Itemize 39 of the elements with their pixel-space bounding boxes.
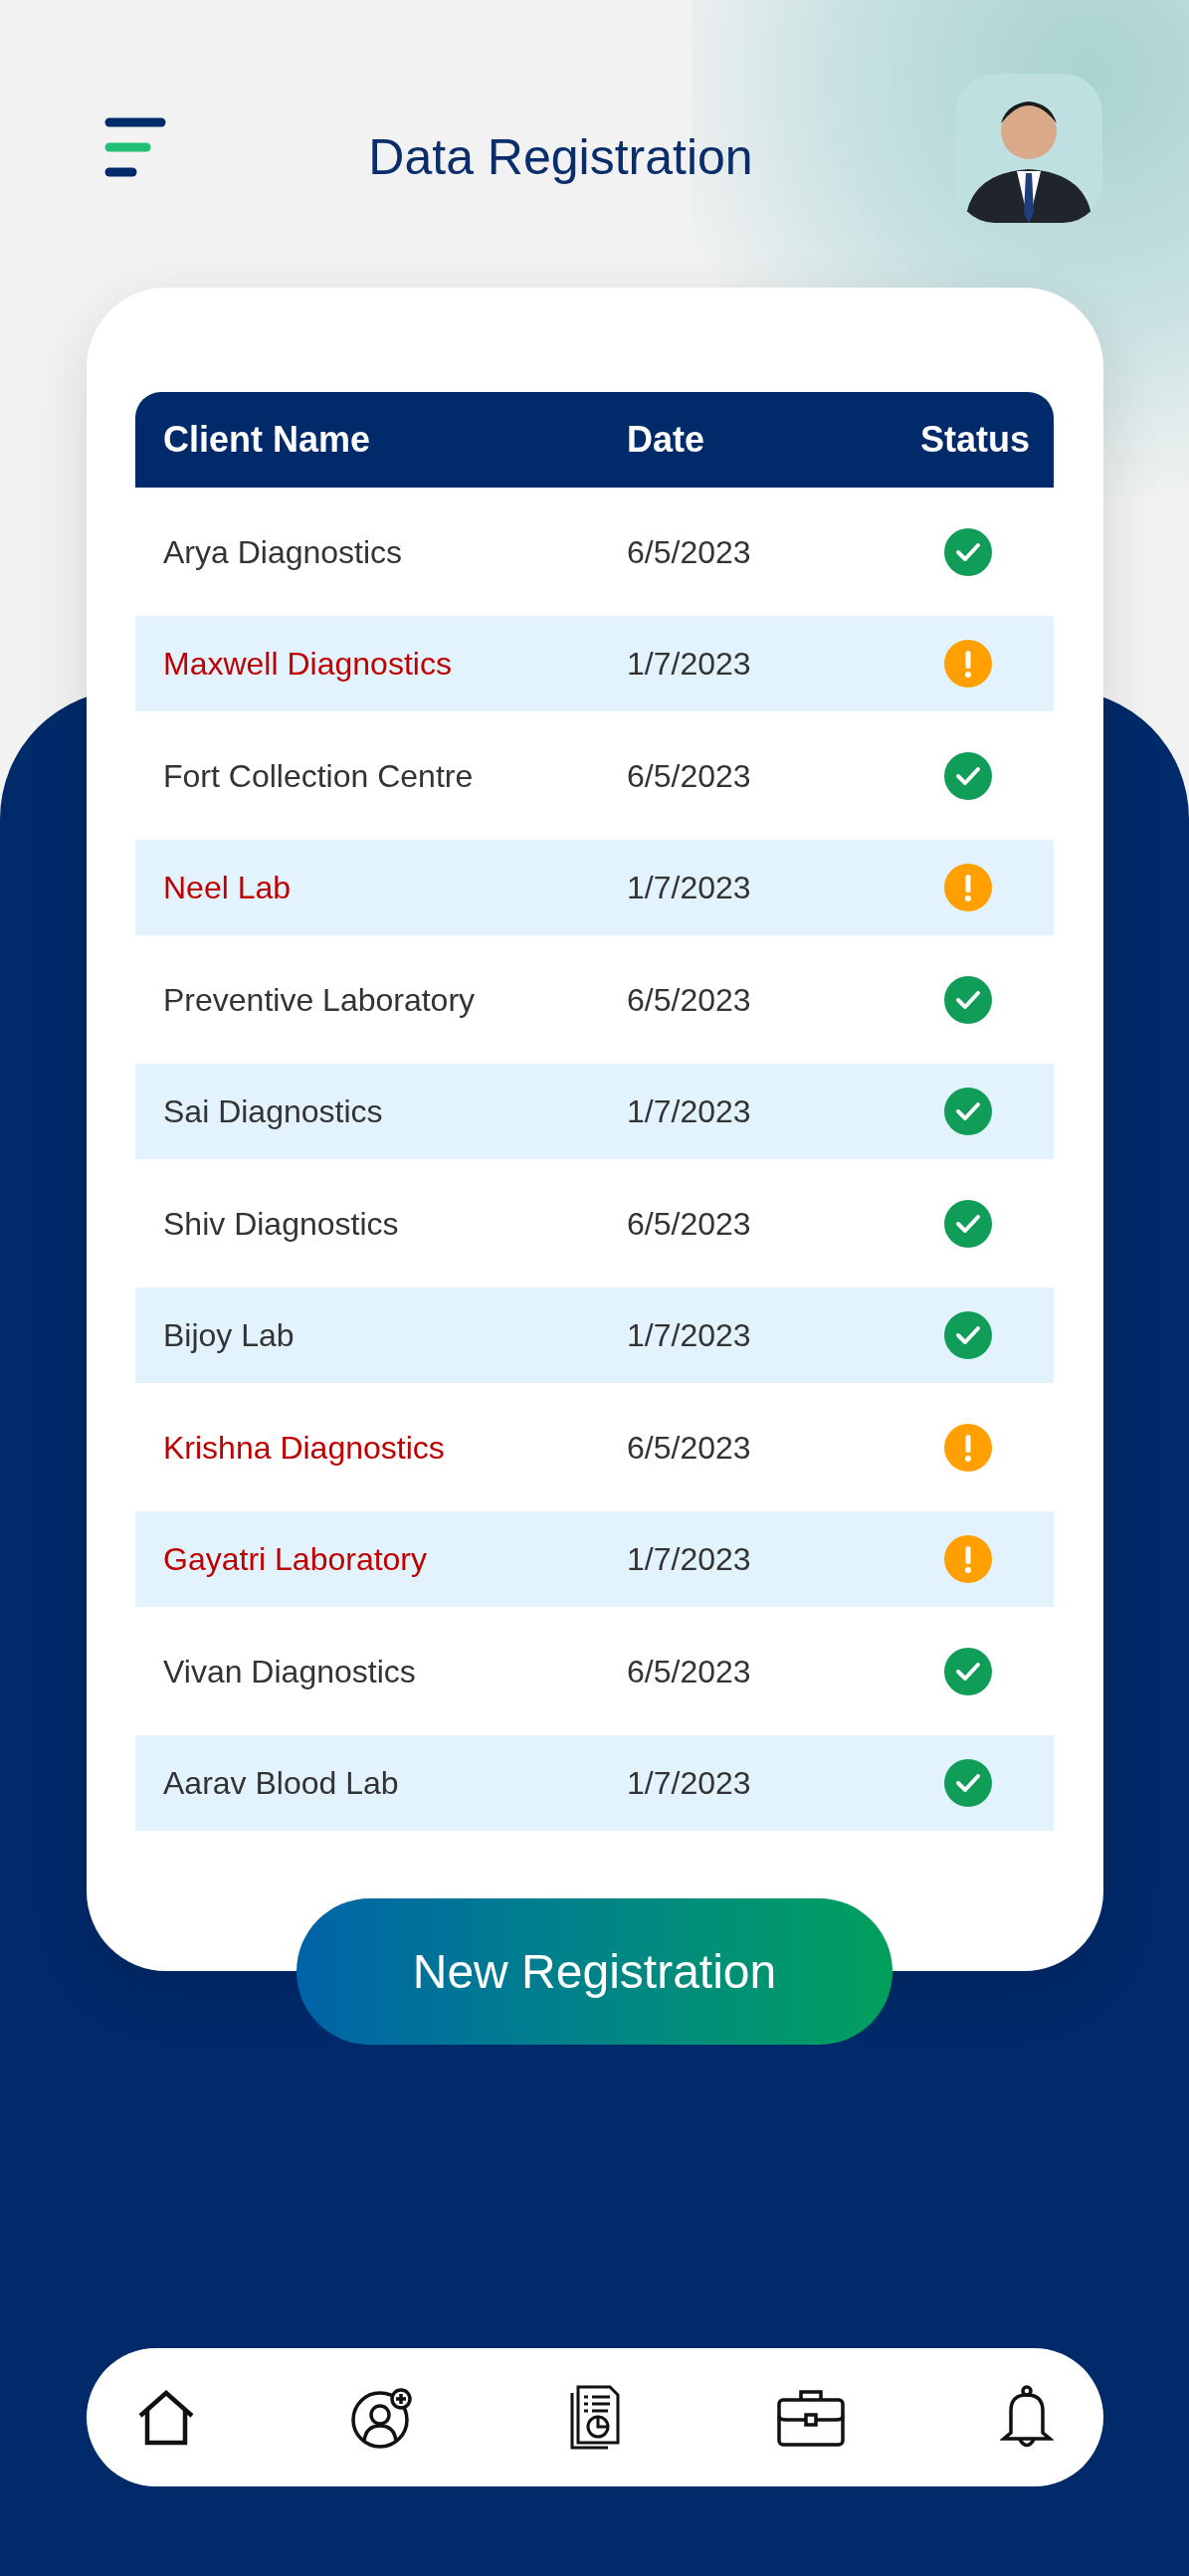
menu-icon[interactable] xyxy=(104,117,166,177)
page-title: Data Registration xyxy=(368,128,753,187)
date-cell-text: 1/7/2023 xyxy=(627,1764,752,1803)
table-row[interactable]: Maxwell Diagnostics 1/7/2023 xyxy=(135,616,1054,711)
client-name-cell-text: Fort Collection Centre xyxy=(162,756,475,796)
date-cell-text: 1/7/2023 xyxy=(627,1092,752,1131)
date-cell-text: 1/7/2023 xyxy=(627,645,752,684)
briefcase-icon[interactable] xyxy=(775,2387,846,2448)
date-cell-text: 6/5/2023 xyxy=(627,756,752,796)
column-header: Client Name xyxy=(162,418,372,462)
date-cell-text: 6/5/2023 xyxy=(627,1204,752,1244)
client-name-cell-text: Arya Diagnostics xyxy=(162,532,404,572)
client-name-cell-text: Gayatri Laboratory xyxy=(162,1540,428,1579)
date-cell-text: 1/7/2023 xyxy=(627,1316,752,1355)
table-row[interactable]: Gayatri Laboratory 1/7/2023 xyxy=(135,1511,1054,1607)
table-row[interactable]: Bijoy Lab 1/7/2023 xyxy=(135,1288,1054,1383)
client-name-cell-text: Preventive Laboratory xyxy=(162,980,477,1020)
table-row[interactable]: Neel Lab 1/7/2023 xyxy=(135,840,1054,935)
date-cell-text: 1/7/2023 xyxy=(627,869,752,907)
client-name-cell-text: Shiv Diagnostics xyxy=(162,1204,400,1244)
client-name-cell-text: Sai Diagnostics xyxy=(162,1092,384,1131)
client-name-cell-text: Maxwell Diagnostics xyxy=(162,645,453,684)
column-header: Date xyxy=(627,418,706,462)
client-name-cell-text: Aarav Blood Lab xyxy=(162,1764,400,1803)
new-registration-button[interactable]: New Registration xyxy=(297,1898,892,2045)
column-header: Status xyxy=(918,418,1031,462)
client-name-cell-text: Neel Lab xyxy=(162,869,293,907)
date-cell-text: 1/7/2023 xyxy=(627,1540,752,1579)
table-row[interactable]: Sai Diagnostics 1/7/2023 xyxy=(135,1064,1054,1159)
date-cell-text: 6/5/2023 xyxy=(627,980,752,1020)
add-user-icon[interactable] xyxy=(349,2385,414,2450)
client-name-cell-text: Vivan Diagnostics xyxy=(162,1652,417,1691)
date-cell-text: 6/5/2023 xyxy=(627,532,752,572)
client-name-cell-text: Bijoy Lab xyxy=(162,1316,296,1355)
date-cell-text: 6/5/2023 xyxy=(627,1428,752,1468)
avatar[interactable] xyxy=(955,74,1102,223)
client-name-cell-text: Krishna Diagnostics xyxy=(162,1428,446,1468)
date-cell-text: 6/5/2023 xyxy=(627,1652,752,1691)
table-row[interactable]: Aarav Blood Lab 1/7/2023 xyxy=(135,1735,1054,1831)
